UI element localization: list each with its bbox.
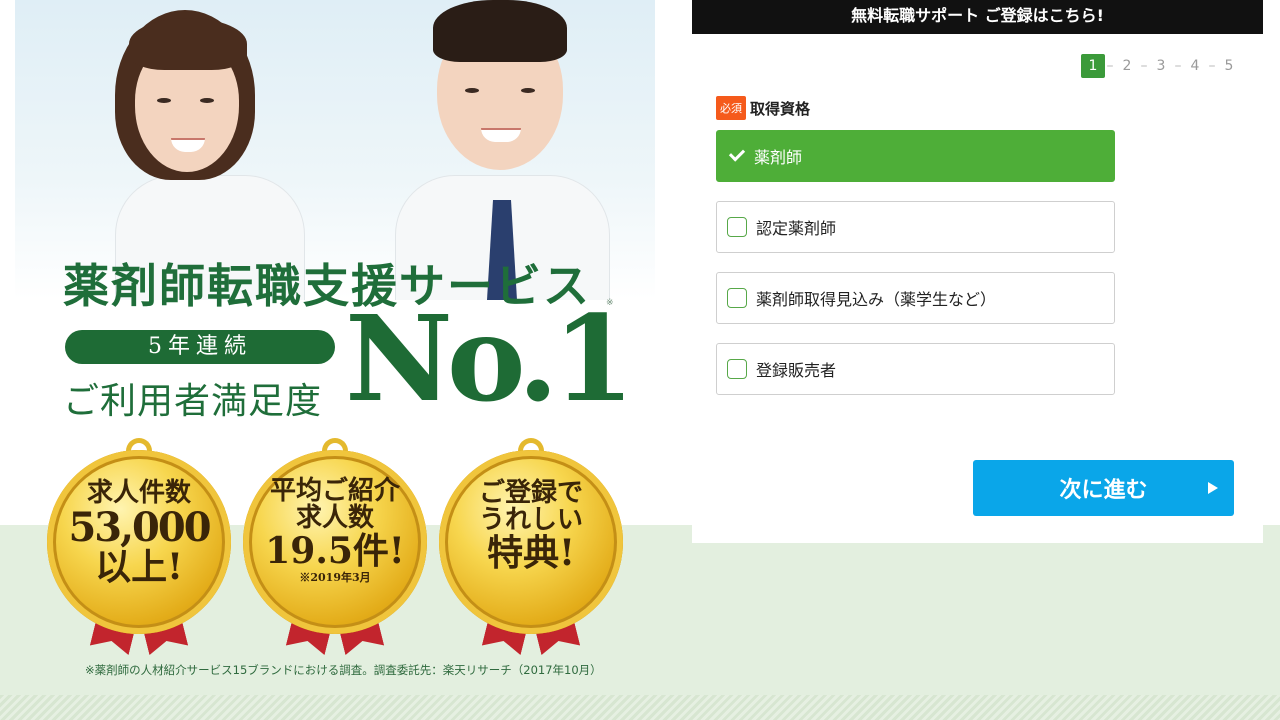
medal-average-referrals: 平均ご紹介 求人数 19.5件! ※2019年3月 — [239, 438, 431, 653]
option-registered-seller[interactable]: 登録販売者 — [716, 343, 1115, 395]
medal-job-count: 求人件数 53,000 以上! — [43, 438, 235, 653]
option-label: 登録販売者 — [756, 361, 837, 380]
hero-banner: 薬剤師転職支援サービス ※ 5年連続 ご利用者満足度 No.1 求人件数 53,… — [15, 0, 655, 695]
medal-line3: 以上! — [95, 546, 183, 589]
step-2: 2 — [1122, 58, 1132, 74]
medal-line1: 平均ご紹介 — [269, 476, 400, 506]
checkbox-icon — [727, 359, 747, 379]
medal-line2: 53,000 — [68, 504, 211, 552]
option-label: 薬剤師 — [754, 148, 803, 167]
medal-text: 平均ご紹介 求人数 19.5件! ※2019年3月 — [239, 476, 431, 585]
option-pharmacist[interactable]: 薬剤師 — [716, 130, 1115, 182]
medal-row: 求人件数 53,000 以上! 平均ご紹介 求人数 19.5件! ※2019年3… — [43, 438, 643, 653]
qualification-options: 薬剤師 認定薬剤師 薬剤師取得見込み（薬学生など） 登録販売者 — [716, 130, 1115, 414]
step-separator: – — [1174, 58, 1182, 74]
play-arrow-icon — [1208, 482, 1218, 494]
step-5: 5 — [1224, 58, 1234, 74]
medal-registration-bonus: ご登録で うれしい 特典! — [435, 438, 627, 653]
medal-text: 求人件数 53,000 以上! — [43, 478, 235, 589]
checkmark-icon — [727, 146, 745, 166]
checkbox-icon — [727, 217, 747, 237]
form-header: 無料転職サポート ご登録はこちら! — [692, 0, 1263, 34]
step-separator: – — [1106, 58, 1114, 74]
checkbox-icon — [727, 288, 747, 308]
medal-line2: うれしい — [478, 505, 583, 536]
stripe-band — [0, 695, 1280, 720]
qualification-label: 取得資格 — [750, 99, 811, 118]
consecutive-years-pill: 5年連続 — [65, 330, 335, 364]
survey-footnote: ※薬剤師の人材紹介サービス15ブランドにおける調査。調査委託先：楽天リサーチ（2… — [85, 663, 602, 677]
required-badge: 必須 — [716, 96, 746, 120]
option-label: 薬剤師取得見込み（薬学生など） — [756, 290, 997, 309]
medal-date-note: ※2019年3月 — [299, 571, 371, 585]
medal-text: ご登録で うれしい 特典! — [435, 478, 627, 574]
number-one-label: No.1 — [345, 289, 635, 428]
medal-line1: 求人件数 — [86, 478, 191, 508]
step-indicator: 1 – 2 – 3 – 4 – 5 — [1081, 54, 1241, 78]
step-separator: – — [1140, 58, 1148, 74]
step-4: 4 — [1190, 58, 1200, 74]
option-certified-pharmacist[interactable]: 認定薬剤師 — [716, 201, 1115, 253]
next-button[interactable]: 次に進む — [973, 460, 1234, 516]
option-pharmacist-prospective[interactable]: 薬剤師取得見込み（薬学生など） — [716, 272, 1115, 324]
step-3: 3 — [1156, 58, 1166, 74]
medal-line2: 求人数 — [295, 503, 374, 534]
qualification-field-label: 必須 取得資格 — [716, 96, 810, 120]
step-separator: – — [1208, 58, 1216, 74]
next-button-label: 次に進む — [1059, 478, 1148, 503]
registration-form: 無料転職サポート ご登録はこちら! 1 – 2 – 3 – 4 – 5 必須 取… — [692, 0, 1263, 543]
medal-line3: 特典! — [487, 531, 575, 574]
medal-line1: ご登録で — [478, 478, 583, 508]
medal-line3: 19.5件! — [265, 529, 405, 572]
option-label: 認定薬剤師 — [756, 219, 837, 238]
step-1: 1 — [1081, 54, 1105, 78]
satisfaction-subheadline: ご利用者満足度 — [63, 381, 323, 422]
